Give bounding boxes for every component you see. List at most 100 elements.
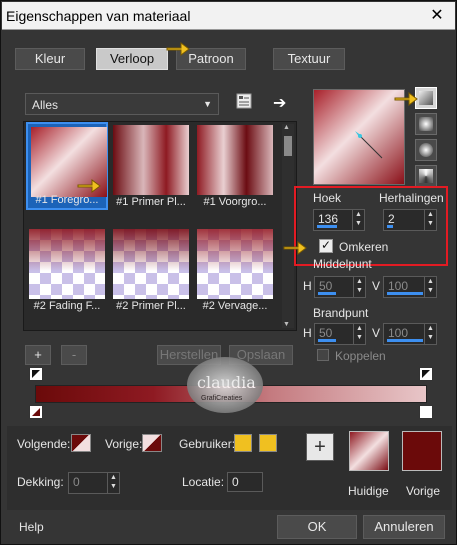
previous-material-label: Vorige	[406, 484, 441, 498]
angle-spinbox[interactable]: 136 ▲ ▼	[313, 209, 365, 231]
spin-arrows-icon[interactable]: ▲ ▼	[424, 210, 436, 230]
midpoint-v-value: 100	[388, 279, 409, 293]
gradient-stop-top-right[interactable]	[419, 367, 433, 381]
spin-arrows-icon[interactable]: ▲ ▼	[353, 324, 365, 344]
thumbnail-item[interactable]: #2 Primer Pl...	[110, 226, 192, 314]
invert-checkbox[interactable]: ✓	[319, 238, 333, 253]
category-dropdown[interactable]: Alles ▼	[25, 93, 219, 115]
sunburst-gradient-button[interactable]	[415, 139, 437, 161]
current-material-swatch	[349, 431, 389, 471]
midpoint-v-spinbox[interactable]: 100 ▲ ▼	[383, 276, 437, 298]
help-link[interactable]: Help	[19, 520, 44, 534]
rectangular-gradient-button[interactable]	[415, 113, 437, 135]
stop-marker-icon	[32, 408, 40, 416]
invert-label: Omkeren	[339, 240, 389, 254]
gradient-stop-top-left[interactable]	[29, 367, 43, 381]
opacity-label: Dekking:	[17, 475, 64, 489]
opacity-value: 0	[73, 475, 80, 489]
color-stop-left[interactable]	[29, 405, 43, 419]
tab-kleur[interactable]: Kleur	[15, 48, 85, 70]
scrollbar-thumb[interactable]	[284, 136, 292, 156]
pointer-hand-icon	[393, 89, 419, 109]
previous-material-swatch[interactable]	[402, 431, 442, 471]
checkmark-icon: ✓	[321, 238, 332, 252]
library-icon[interactable]	[235, 92, 257, 114]
thumbnail-item[interactable]: #1 Primer Pl...	[110, 122, 192, 210]
arrow-right-icon[interactable]: ➔	[273, 93, 286, 113]
previous-color-label: Vorige:	[105, 437, 143, 451]
category-dropdown-value: Alles	[32, 98, 59, 112]
location-value: 0	[232, 475, 239, 489]
focal-v-slider-fill	[387, 339, 423, 342]
spin-arrows-icon[interactable]: ▲ ▼	[352, 210, 364, 230]
tab-verloop[interactable]: Verloop	[96, 48, 168, 70]
title-bar: Eigenschappen van materiaal ✕	[2, 2, 455, 30]
watermark-logo: claudia GrafiCreaties	[187, 357, 263, 413]
focal-v-spinbox[interactable]: 100 ▲ ▼	[383, 323, 437, 345]
focal-v-label: V	[372, 326, 381, 340]
gradient-preview[interactable]	[313, 89, 405, 185]
thumbnail-item[interactable]: #1 Foregro...	[26, 122, 108, 210]
sunburst-gradient-icon	[419, 143, 433, 157]
watermark-text: claudia	[197, 373, 256, 392]
watermark-subtext: GrafiCreaties	[201, 395, 243, 402]
current-label: Huidige	[348, 484, 389, 498]
repeats-slider-fill	[387, 225, 393, 228]
next-color-swatch[interactable]	[71, 434, 91, 452]
focal-h-spinbox[interactable]: 50 ▲ ▼	[314, 323, 366, 345]
stop-marker-icon	[32, 370, 40, 378]
thumbnail-item[interactable]: #2 Fading F...	[26, 226, 108, 314]
chevron-down-icon: ▼	[203, 99, 212, 109]
library-scrollbar[interactable]: ▲ ▼	[282, 124, 294, 328]
opacity-spinbox[interactable]: 0 ▲ ▼	[68, 472, 120, 494]
user-swatch-2[interactable]	[259, 434, 277, 452]
thumbnail-label: #2 Vervage...	[202, 300, 268, 312]
midpoint-h-slider-fill	[318, 292, 336, 295]
midpoint-v-slider-fill	[387, 292, 423, 295]
focal-v-value: 100	[388, 326, 409, 340]
scroll-down-icon[interactable]: ▼	[283, 321, 290, 328]
tab-textuur[interactable]: Textuur	[273, 48, 345, 70]
focal-point-label: Brandpunt	[313, 306, 369, 320]
repeats-spinbox[interactable]: 2 ▲ ▼	[383, 209, 437, 231]
link-label: Koppelen	[335, 349, 386, 363]
user-swatch-1[interactable]	[234, 434, 252, 452]
radial-gradient-icon	[419, 169, 433, 183]
location-field[interactable]: 0	[227, 472, 263, 492]
add-to-swatches-button[interactable]: +	[306, 433, 334, 461]
window-title: Eigenschappen van materiaal	[6, 8, 191, 24]
thumbnail-item[interactable]: #2 Vervage...	[194, 226, 276, 314]
gradient-library: #1 Foregro... #1 Primer Pl... #1 Voorgro…	[23, 121, 297, 331]
focal-h-value: 50	[319, 326, 333, 340]
spin-arrows-icon[interactable]: ▲ ▼	[353, 277, 365, 297]
scroll-up-icon[interactable]: ▲	[283, 124, 290, 131]
focal-h-slider-fill	[318, 339, 336, 342]
pointer-hand-icon	[165, 39, 191, 59]
spin-arrows-icon[interactable]: ▲ ▼	[424, 324, 436, 344]
thumbnail-label: #1 Primer Pl...	[116, 196, 186, 208]
add-gradient-button[interactable]: +	[25, 345, 51, 365]
previous-color-swatch[interactable]	[142, 434, 162, 452]
color-stop-right[interactable]	[419, 405, 433, 419]
close-button[interactable]: ✕	[427, 6, 447, 26]
ok-button[interactable]: OK	[277, 515, 357, 539]
cancel-button[interactable]: Annuleren	[363, 515, 445, 539]
remove-gradient-button[interactable]: -	[61, 345, 87, 365]
next-color-label: Volgende:	[17, 437, 71, 451]
repeats-value: 2	[388, 212, 395, 226]
spin-arrows-icon[interactable]: ▲ ▼	[424, 277, 436, 297]
midpoint-h-spinbox[interactable]: 50 ▲ ▼	[314, 276, 366, 298]
thumbnail-item[interactable]: #1 Voorgro...	[194, 122, 276, 210]
radial-gradient-button[interactable]	[415, 165, 437, 187]
thumbnail-image	[113, 125, 189, 195]
spin-arrows-icon[interactable]: ▲ ▼	[107, 473, 119, 493]
material-properties-dialog: Eigenschappen van materiaal ✕ Kleur Verl…	[0, 0, 457, 545]
thumbnail-label: #2 Fading F...	[33, 300, 101, 312]
link-checkbox[interactable]	[317, 349, 329, 361]
thumbnail-label: #1 Voorgro...	[203, 196, 267, 208]
pointer-hand-icon	[282, 238, 308, 258]
pointer-hand-icon	[76, 176, 102, 196]
focal-h-label: H	[303, 326, 312, 340]
gradient-direction-handle[interactable]	[314, 90, 404, 184]
thumbnail-image	[197, 229, 273, 299]
